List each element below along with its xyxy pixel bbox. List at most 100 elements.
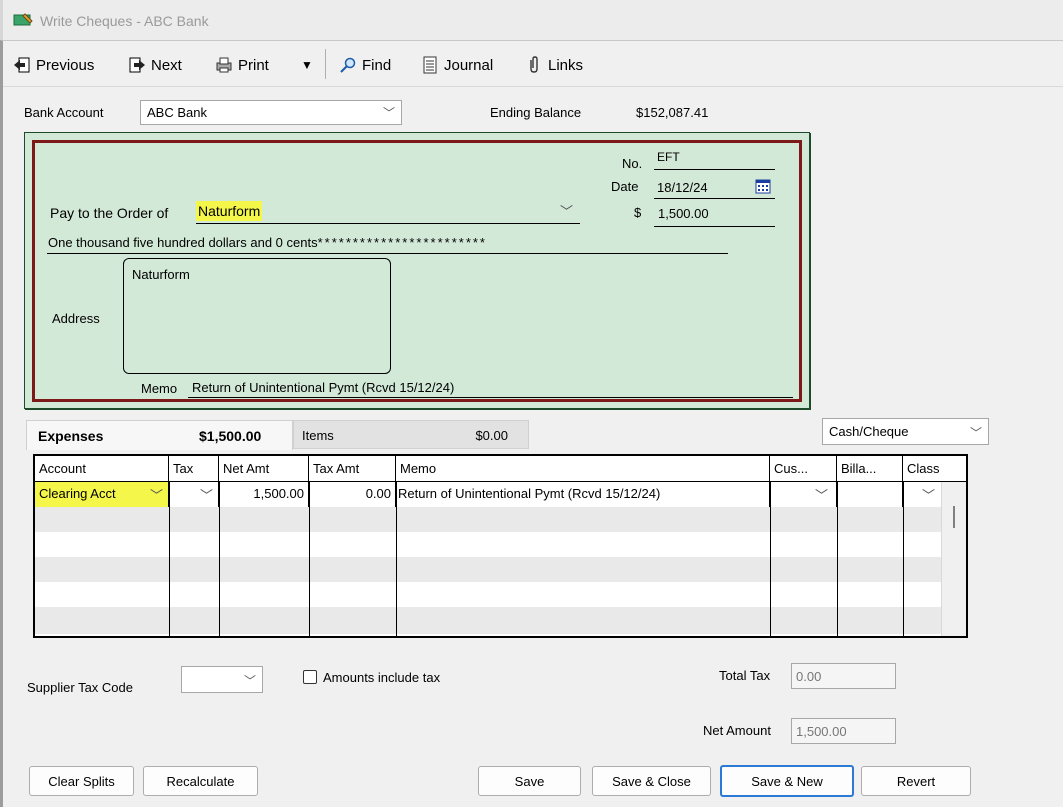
next-label: Next [151, 56, 182, 74]
net-amt-cell[interactable]: 1,500.00 [219, 482, 309, 507]
payee-field[interactable]: Naturform [196, 201, 263, 221]
chevron-down-icon: ﹀ [969, 426, 982, 440]
payment-method-select[interactable]: Cash/Cheque ﹀ [822, 418, 989, 445]
memo-cell[interactable]: Return of Unintentional Pymt (Rcvd 15/12… [396, 482, 770, 507]
print-label: Print [238, 56, 269, 74]
customer-cell[interactable]: ﹀ [770, 482, 837, 507]
column-divider [770, 482, 771, 636]
expenses-tab-label: Expenses [38, 428, 104, 444]
chevron-down-icon[interactable]: ﹀ [922, 485, 935, 504]
save-new-button[interactable]: Save & New [720, 765, 854, 797]
clear-splits-button[interactable]: Clear Splits [29, 766, 134, 796]
previous-button[interactable]: Previous [13, 55, 94, 75]
column-divider [396, 482, 397, 636]
amount-in-words: One thousand five hundred dollars and 0 … [48, 235, 487, 250]
tab-expenses[interactable]: Expenses $1,500.00 [26, 420, 293, 450]
tax-amt-cell[interactable]: 0.00 [309, 482, 396, 507]
billable-cell[interactable] [837, 482, 903, 507]
column-divider [903, 482, 904, 636]
amounts-include-tax-checkbox[interactable] [303, 670, 317, 684]
next-button[interactable]: Next [128, 55, 182, 75]
previous-icon [14, 57, 30, 73]
toolbar-separator [325, 49, 326, 79]
col-header-customer[interactable]: Cus... [770, 456, 837, 482]
chevron-down-icon[interactable]: ﹀ [560, 201, 573, 220]
col-header-net-amt[interactable]: Net Amt [219, 456, 309, 482]
currency-symbol: $ [634, 205, 642, 220]
toolbar: Previous Next Print ▼ Find Journal Links [3, 41, 1063, 87]
cheque-no-field[interactable]: EFT [657, 150, 680, 164]
bank-account-value: ABC Bank [147, 105, 207, 120]
supplier-tax-code-select[interactable]: ﹀ [181, 666, 263, 693]
table-row[interactable] [35, 582, 941, 607]
table-row[interactable] [35, 532, 941, 557]
recalculate-button[interactable]: Recalculate [143, 766, 258, 796]
column-divider [837, 482, 838, 636]
memo-label: Memo [141, 381, 178, 396]
expenses-total: $1,500.00 [199, 428, 262, 444]
total-tax-field: 0.00 [791, 663, 896, 689]
window-title: Write Cheques - ABC Bank [40, 13, 209, 29]
bank-account-select[interactable]: ABC Bank ﹀ [140, 100, 402, 125]
address-text: Naturform [132, 267, 190, 282]
chevron-down-icon[interactable]: ﹀ [150, 485, 163, 504]
journal-button[interactable]: Journal [421, 55, 493, 75]
ending-balance-value: $152,087.41 [636, 105, 709, 120]
chevron-down-icon: ﹀ [382, 106, 395, 120]
items-total: $0.00 [475, 428, 508, 443]
chevron-down-icon[interactable]: ﹀ [815, 485, 828, 504]
scrollbar-thumb[interactable] [953, 506, 955, 528]
amounts-include-tax-label: Amounts include tax [323, 670, 441, 685]
col-header-class[interactable]: Class [903, 456, 966, 482]
next-icon [129, 57, 145, 73]
table-row[interactable] [35, 607, 941, 634]
printer-icon [216, 57, 232, 73]
col-header-billable[interactable]: Billa... [837, 456, 903, 482]
ending-balance-label: Ending Balance [490, 105, 582, 120]
class-cell[interactable]: ﹀ [903, 482, 941, 507]
col-header-memo[interactable]: Memo [396, 456, 770, 482]
previous-label: Previous [36, 56, 95, 74]
find-label: Find [362, 56, 392, 74]
address-label: Address [52, 311, 100, 326]
memo-underline [188, 397, 793, 398]
column-divider [169, 482, 170, 636]
items-tab-label: Items [302, 428, 334, 443]
payment-method-value: Cash/Cheque [829, 424, 909, 439]
find-icon [340, 57, 356, 73]
print-button[interactable]: Print [215, 55, 269, 75]
save-close-button[interactable]: Save & Close [592, 766, 711, 796]
column-divider [219, 482, 220, 636]
net-amount-field: 1,500.00 [791, 718, 896, 744]
vertical-scrollbar[interactable] [942, 482, 966, 636]
date-underline [654, 198, 775, 199]
calendar-icon[interactable] [755, 178, 771, 194]
links-button[interactable]: Links [525, 55, 583, 75]
pay-to-label: Pay to the Order of [50, 205, 169, 221]
account-cell[interactable]: Clearing Acct ﹀ [35, 482, 169, 507]
journal-icon [423, 56, 437, 74]
title-bar: Write Cheques - ABC Bank [0, 0, 1063, 40]
date-field[interactable]: 18/12/24 [657, 180, 708, 195]
col-header-tax[interactable]: Tax [169, 456, 219, 482]
paperclip-icon [530, 56, 538, 73]
memo-field[interactable]: Return of Unintentional Pymt (Rcvd 15/12… [192, 380, 454, 395]
table-row[interactable] [35, 557, 941, 582]
table-row[interactable] [35, 507, 941, 532]
print-dropdown-button[interactable]: ▼ [301, 55, 313, 75]
tax-cell[interactable]: ﹀ [169, 482, 219, 507]
revert-button[interactable]: Revert [861, 766, 971, 796]
expenses-table: Account Tax Net Amt Tax Amt Memo Cus... … [33, 454, 968, 638]
amount-field[interactable]: 1,500.00 [658, 206, 709, 221]
col-header-tax-amt[interactable]: Tax Amt [309, 456, 396, 482]
table-row[interactable]: Clearing Acct ﹀ ﹀ 1,500.00 0.00 Return o… [35, 482, 941, 507]
tab-items[interactable]: Items $0.00 [293, 420, 529, 449]
links-label: Links [548, 56, 584, 74]
save-button[interactable]: Save [478, 766, 581, 796]
col-header-account[interactable]: Account [35, 456, 169, 482]
payee-underline [196, 223, 580, 224]
find-button[interactable]: Find [339, 55, 391, 75]
cheque-no-label: No. [622, 156, 643, 171]
chevron-down-icon[interactable]: ﹀ [200, 485, 213, 504]
supplier-tax-code-label: Supplier Tax Code [27, 680, 133, 695]
